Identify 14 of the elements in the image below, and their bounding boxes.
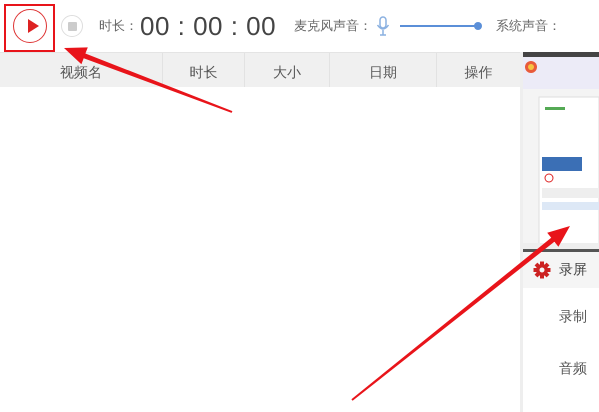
column-header: 操作 [464,64,494,83]
column-header: 大小 [245,53,330,87]
duration-value: 00 : 00 : 00 [140,10,276,42]
setting-label: 录制 [559,308,588,327]
duration-label: 时长： [99,18,138,35]
record-button[interactable] [13,9,47,43]
settings-title: 录屏 [559,261,587,279]
mic-volume-label: 麦克风声音： [294,18,372,35]
highlight-box [4,4,55,52]
microphone-icon [376,16,390,36]
setting-label: 音频 [559,360,588,379]
system-volume-label: 系统声音： [496,18,562,35]
gear-icon [533,261,551,279]
column-header: 日期 [330,53,437,87]
